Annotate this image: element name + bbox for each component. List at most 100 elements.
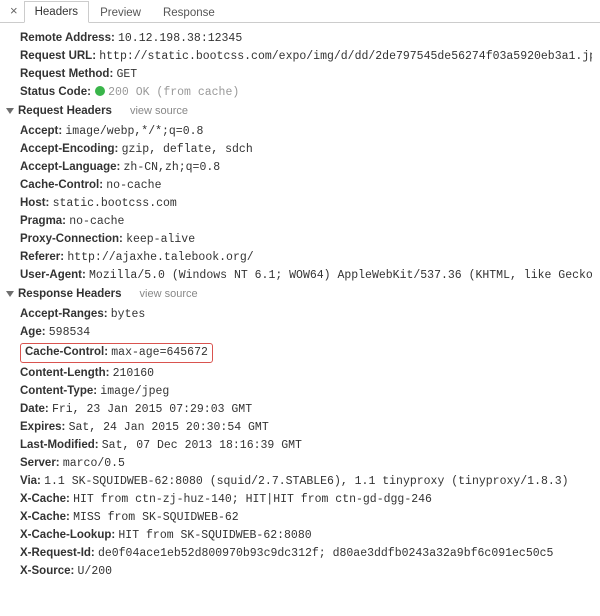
res-x-request-id-label: X-Request-Id:: [20, 547, 95, 559]
req-accept-language-value: zh-CN,zh;q=0.8: [124, 161, 221, 174]
request-url-value: http://static.bootcss.com/expo/img/d/dd/…: [99, 50, 592, 63]
res-x-cache-2-label: X-Cache:: [20, 511, 70, 523]
req-cache-control-label: Cache-Control:: [20, 179, 103, 191]
req-accept-label: Accept:: [20, 125, 62, 137]
res-x-source-row: X-Source: U/200: [20, 562, 592, 580]
res-via-row: Via: 1.1 SK-SQUIDWEB-62:8080 (squid/2.7.…: [20, 472, 592, 490]
request-headers-section[interactable]: Request Headers view source: [6, 101, 592, 122]
req-user-agent-value: Mozilla/5.0 (Windows NT 6.1; WOW64) Appl…: [89, 269, 592, 282]
req-pragma-value: no-cache: [69, 215, 124, 228]
res-accept-ranges-row: Accept-Ranges: bytes: [20, 305, 592, 323]
res-cache-control-label: Cache-Control:: [25, 346, 108, 358]
req-cache-control-row: Cache-Control: no-cache: [20, 176, 592, 194]
res-x-cache-lookup-row: X-Cache-Lookup: HIT from SK-SQUIDWEB-62:…: [20, 526, 592, 544]
req-host-value: static.bootcss.com: [53, 197, 177, 210]
status-code-label: Status Code:: [20, 86, 91, 98]
req-cache-control-value: no-cache: [106, 179, 161, 192]
res-server-value: marco/0.5: [63, 457, 125, 470]
req-accept-language-label: Accept-Language:: [20, 161, 120, 173]
request-method-label: Request Method:: [20, 68, 113, 80]
res-x-cache-1-value: HIT from ctn-zj-huz-140; HIT|HIT from ct…: [73, 493, 432, 506]
res-expires-row: Expires: Sat, 24 Jan 2015 20:30:54 GMT: [20, 418, 592, 436]
req-user-agent-row: User-Agent: Mozilla/5.0 (Windows NT 6.1;…: [20, 266, 592, 284]
res-x-cache-lookup-label: X-Cache-Lookup:: [20, 529, 115, 541]
tab-response[interactable]: Response: [152, 2, 226, 23]
res-expires-label: Expires:: [20, 421, 65, 433]
res-last-modified-value: Sat, 07 Dec 2013 18:16:39 GMT: [102, 439, 302, 452]
res-age-row: Age: 598534: [20, 323, 592, 341]
remote-address-value: 10.12.198.38:12345: [118, 32, 242, 45]
view-source-link[interactable]: view source: [130, 103, 188, 120]
res-last-modified-row: Last-Modified: Sat, 07 Dec 2013 18:16:39…: [20, 436, 592, 454]
res-via-label: Via:: [20, 475, 41, 487]
req-accept-value: image/webp,*/*;q=0.8: [65, 125, 203, 138]
request-method-value: GET: [116, 68, 137, 81]
res-x-cache-2-value: MISS from SK-SQUIDWEB-62: [73, 511, 239, 524]
res-server-row: Server: marco/0.5: [20, 454, 592, 472]
tab-headers[interactable]: Headers: [24, 1, 89, 23]
req-host-row: Host: static.bootcss.com: [20, 194, 592, 212]
req-accept-encoding-label: Accept-Encoding:: [20, 143, 118, 155]
res-via-value: 1.1 SK-SQUIDWEB-62:8080 (squid/2.7.STABL…: [44, 475, 569, 488]
response-headers-title: Response Headers: [18, 286, 122, 303]
res-content-type-value: image/jpeg: [100, 385, 169, 398]
request-url-label: Request URL:: [20, 50, 96, 62]
res-content-length-label: Content-Length:: [20, 367, 109, 379]
req-user-agent-label: User-Agent:: [20, 269, 86, 281]
req-accept-language-row: Accept-Language: zh-CN,zh;q=0.8: [20, 158, 592, 176]
status-code-value: 200 OK (from cache): [108, 86, 239, 99]
close-icon[interactable]: ×: [4, 1, 24, 21]
res-x-source-label: X-Source:: [20, 565, 74, 577]
triangle-down-icon: [6, 291, 14, 297]
req-referer-value: http://ajaxhe.talebook.org/: [67, 251, 253, 264]
res-content-length-value: 210160: [113, 367, 154, 380]
res-x-cache-lookup-value: HIT from SK-SQUIDWEB-62:8080: [118, 529, 311, 542]
res-date-row: Date: Fri, 23 Jan 2015 07:29:03 GMT: [20, 400, 592, 418]
req-proxy-connection-label: Proxy-Connection:: [20, 233, 123, 245]
res-cache-control-row: Cache-Control: max-age=645672: [20, 341, 592, 364]
res-content-type-row: Content-Type: image/jpeg: [20, 382, 592, 400]
res-last-modified-label: Last-Modified:: [20, 439, 99, 451]
res-content-length-row: Content-Length: 210160: [20, 364, 592, 382]
res-date-value: Fri, 23 Jan 2015 07:29:03 GMT: [52, 403, 252, 416]
res-x-request-id-value: de0f04ace1eb52d800970b93c9dc312f; d80ae3…: [98, 547, 553, 560]
res-x-request-id-row: X-Request-Id: de0f04ace1eb52d800970b93c9…: [20, 544, 592, 562]
status-code-row: Status Code: 200 OK (from cache): [20, 83, 592, 101]
res-server-label: Server:: [20, 457, 60, 469]
req-referer-row: Referer: http://ajaxhe.talebook.org/: [20, 248, 592, 266]
tabs-bar: × Headers Preview Response: [0, 0, 600, 23]
res-age-label: Age:: [20, 326, 46, 338]
view-source-link[interactable]: view source: [140, 286, 198, 303]
res-accept-ranges-value: bytes: [111, 308, 146, 321]
remote-address-label: Remote Address:: [20, 32, 115, 44]
response-headers-section[interactable]: Response Headers view source: [6, 284, 592, 305]
remote-address-row: Remote Address: 10.12.198.38:12345: [20, 29, 592, 47]
req-proxy-connection-row: Proxy-Connection: keep-alive: [20, 230, 592, 248]
res-accept-ranges-label: Accept-Ranges:: [20, 308, 108, 320]
req-pragma-label: Pragma:: [20, 215, 66, 227]
request-headers-title: Request Headers: [18, 103, 112, 120]
req-proxy-connection-value: keep-alive: [126, 233, 195, 246]
res-expires-value: Sat, 24 Jan 2015 20:30:54 GMT: [69, 421, 269, 434]
req-accept-row: Accept: image/webp,*/*;q=0.8: [20, 122, 592, 140]
res-x-cache-1-row: X-Cache: HIT from ctn-zj-huz-140; HIT|HI…: [20, 490, 592, 508]
res-x-cache-2-row: X-Cache: MISS from SK-SQUIDWEB-62: [20, 508, 592, 526]
req-host-label: Host:: [20, 197, 49, 209]
req-accept-encoding-row: Accept-Encoding: gzip, deflate, sdch: [20, 140, 592, 158]
status-dot-icon: [95, 86, 105, 96]
tab-preview[interactable]: Preview: [89, 2, 152, 23]
res-cache-control-value: max-age=645672: [111, 346, 208, 359]
res-content-type-label: Content-Type:: [20, 385, 97, 397]
triangle-down-icon: [6, 108, 14, 114]
req-pragma-row: Pragma: no-cache: [20, 212, 592, 230]
headers-panel: Remote Address: 10.12.198.38:12345 Reque…: [0, 23, 600, 588]
res-x-source-value: U/200: [78, 565, 113, 578]
request-url-row: Request URL: http://static.bootcss.com/e…: [20, 47, 592, 65]
req-referer-label: Referer:: [20, 251, 64, 263]
request-method-row: Request Method: GET: [20, 65, 592, 83]
res-x-cache-1-label: X-Cache:: [20, 493, 70, 505]
highlighted-cache-control: Cache-Control: max-age=645672: [20, 343, 213, 363]
req-accept-encoding-value: gzip, deflate, sdch: [122, 143, 253, 156]
res-age-value: 598534: [49, 326, 90, 339]
res-date-label: Date:: [20, 403, 49, 415]
